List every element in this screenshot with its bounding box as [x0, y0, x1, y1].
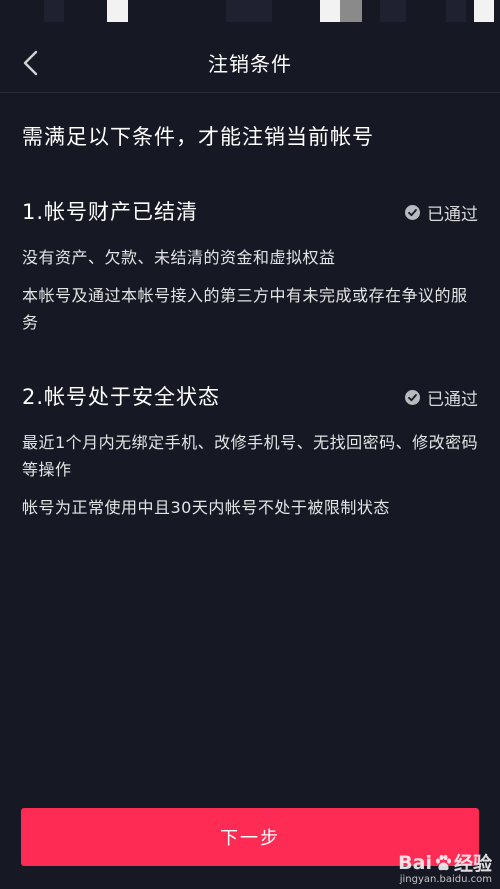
status-block — [226, 0, 272, 22]
watermark-url: jingyan.baidu.com — [399, 874, 492, 885]
status-block — [320, 0, 340, 22]
section-title: 1.帐号财产已结清 — [22, 200, 199, 224]
condition-section-assets: 1.帐号财产已结清 已通过 没有资产、欠款、未结清的资金和虚拟权益 本帐号及通过… — [22, 196, 482, 336]
watermark-logo: Bai 经验 — [398, 849, 492, 876]
page-title: 注销条件 — [208, 52, 292, 76]
condition-item: 没有资产、欠款、未结清的资金和虚拟权益 — [22, 248, 336, 267]
status-block — [446, 0, 466, 22]
condition-item: 最近1个月内无绑定手机、改修手机号、无找回密码、修改密码等操作 — [22, 433, 479, 479]
check-circle-icon — [405, 205, 420, 220]
intro-text: 需满足以下条件，才能注销当前帐号 — [22, 125, 374, 149]
status-block — [340, 0, 362, 22]
watermark-brand-right: 经验 — [453, 853, 492, 875]
watermark-brand-left: Bai — [398, 851, 432, 874]
status-bar — [0, 0, 500, 24]
paw-icon — [435, 854, 451, 870]
condition-item: 本帐号及通过本帐号接入的第三方中有未完成或存在争议的服务 — [22, 286, 468, 332]
section-header: 2.帐号处于安全状态 已通过 — [22, 381, 482, 413]
section-header: 1.帐号财产已结清 已通过 — [22, 196, 482, 228]
check-circle-icon — [405, 390, 420, 405]
status-block — [44, 0, 64, 22]
section-title: 2.帐号处于安全状态 — [22, 385, 221, 409]
status-block — [107, 0, 128, 22]
status-text: 已通过 — [427, 390, 478, 410]
navigation-bar: 注销条件 — [0, 30, 500, 93]
status-block — [380, 0, 406, 22]
status-text: 已通过 — [427, 205, 478, 225]
status-badge: 已通过 — [405, 385, 478, 410]
status-badge: 已通过 — [405, 200, 478, 225]
watermark: Bai 经验 jingyan.baidu.com — [398, 849, 492, 886]
status-block — [474, 0, 494, 22]
condition-item: 帐号为正常使用中且30天内帐号不处于被限制状态 — [22, 498, 390, 517]
condition-section-security: 2.帐号处于安全状态 已通过 最近1个月内无绑定手机、改修手机号、无找回密码、修… — [22, 381, 482, 521]
